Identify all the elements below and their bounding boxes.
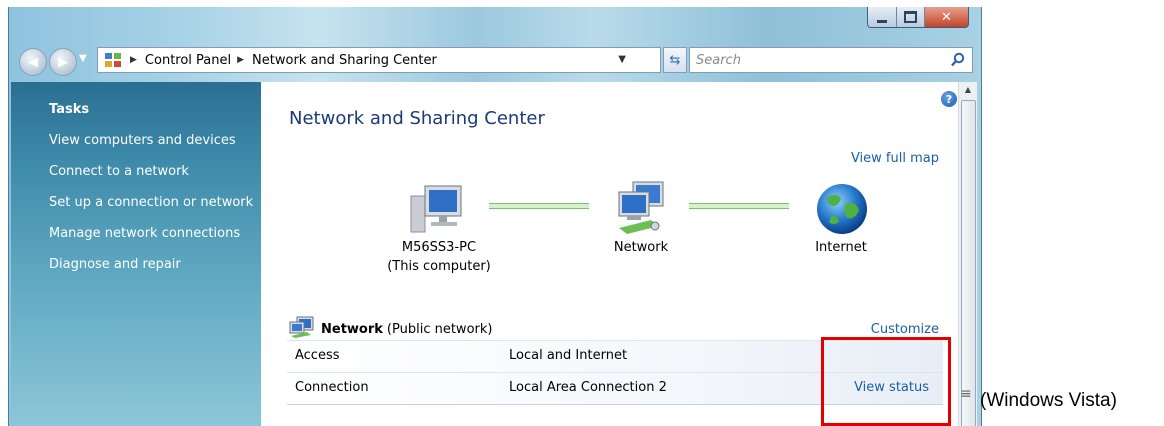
tasks-heading: Tasks: [49, 102, 90, 117]
scroll-up-arrow[interactable]: ▲: [959, 82, 977, 98]
network-icon[interactable]: [611, 180, 673, 242]
minimize-icon: [877, 19, 887, 23]
connection-label: Connection: [295, 380, 369, 395]
close-button[interactable]: ✕: [924, 7, 968, 27]
access-label: Access: [295, 348, 340, 363]
title-bar: ✕: [9, 7, 981, 41]
network-map-label: Network: [613, 240, 669, 255]
search-input[interactable]: Search: [689, 47, 973, 73]
scroll-grip-icon: ≡: [960, 386, 972, 402]
connection-line: [489, 203, 589, 209]
refresh-button[interactable]: ⇆: [663, 47, 687, 73]
highlight-annotation: [821, 337, 951, 426]
task-diagnose-repair[interactable]: Diagnose and repair: [49, 257, 181, 272]
task-pane: Tasks View computers and devices Connect…: [11, 82, 261, 426]
minimize-button[interactable]: [868, 7, 896, 27]
back-button[interactable]: ◀: [19, 48, 47, 76]
scroll-thumb[interactable]: [961, 100, 976, 426]
task-setup-connection[interactable]: Set up a connection or network: [49, 195, 253, 210]
globe-icon[interactable]: [815, 182, 869, 240]
help-icon[interactable]: ?: [941, 91, 957, 107]
breadcrumb-separator[interactable]: ▶: [237, 55, 244, 65]
maximize-button[interactable]: [896, 7, 924, 27]
breadcrumb-separator[interactable]: ▶: [130, 55, 137, 65]
caption-text: (Windows Vista): [980, 390, 1117, 411]
control-panel-icon: [102, 52, 124, 68]
forward-button[interactable]: ▶: [49, 48, 77, 76]
address-dropdown[interactable]: ▼: [618, 54, 626, 65]
network-small-icon: [289, 316, 315, 342]
computer-name-label: M56SS3-PC: [401, 240, 477, 255]
task-connect-network[interactable]: Connect to a network: [49, 164, 189, 179]
window-controls: ✕: [867, 7, 969, 28]
recent-pages-dropdown[interactable]: ▼: [79, 53, 87, 64]
task-manage-connections[interactable]: Manage network connections: [49, 226, 240, 241]
forward-arrow-icon: ▶: [58, 54, 68, 70]
breadcrumb-network-sharing-center[interactable]: Network and Sharing Center: [252, 53, 437, 68]
connection-value: Local Area Connection 2: [509, 380, 667, 395]
back-arrow-icon: ◀: [28, 54, 38, 70]
network-section-header: Network (Public network): [289, 316, 492, 342]
address-row: ◀ ▶ ▼ ▶ Control Panel ▶ Network and Shar…: [9, 45, 981, 79]
vertical-scrollbar[interactable]: ▲: [958, 82, 977, 426]
breadcrumb-control-panel[interactable]: Control Panel: [145, 53, 231, 68]
maximize-icon: [904, 11, 917, 23]
refresh-icon: ⇆: [669, 52, 681, 68]
customize-link[interactable]: Customize: [871, 322, 939, 337]
this-computer-label: (This computer): [387, 259, 491, 274]
view-full-map-link[interactable]: View full map: [851, 151, 939, 166]
internet-label: Internet: [815, 240, 867, 255]
access-value: Local and Internet: [509, 348, 628, 363]
search-icon[interactable]: [950, 52, 966, 72]
close-icon: ✕: [941, 9, 952, 25]
page-title: Network and Sharing Center: [289, 108, 545, 129]
address-bar[interactable]: ▶ Control Panel ▶ Network and Sharing Ce…: [97, 47, 661, 73]
network-type: (Public network): [386, 321, 493, 337]
search-placeholder: Search: [696, 52, 741, 68]
task-view-computers[interactable]: View computers and devices: [49, 133, 236, 148]
network-name: Network: [321, 321, 383, 337]
connection-line: [689, 203, 789, 209]
computer-icon[interactable]: [409, 182, 465, 240]
